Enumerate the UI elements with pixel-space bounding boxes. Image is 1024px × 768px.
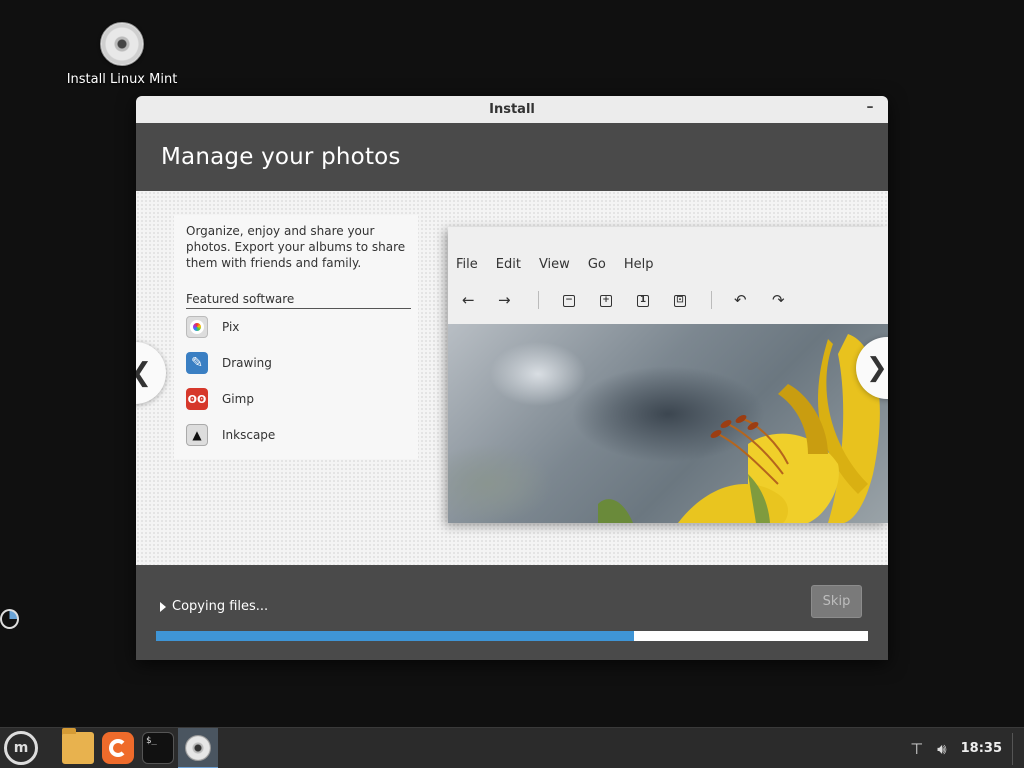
lily-flower-image [598,334,880,523]
disc-icon [185,734,211,761]
chevron-right-icon: ❯ [866,353,888,383]
mint-logo-icon: m [13,740,29,756]
app-item-pix: Pix [186,315,239,339]
previous-slide-button[interactable]: ❮ [136,342,166,404]
back-arrow-icon: ← [462,291,475,309]
taskbar: m $_ ⊤ 🔊︎ 18:35 [0,727,1024,768]
app-name: Drawing [222,356,272,370]
inkscape-icon: ▲ [186,424,208,446]
app-item-inkscape: ▲ Inkscape [186,423,275,447]
mint-menu-button[interactable]: m [4,731,38,765]
app-name: Inkscape [222,428,276,442]
preview-menu-view: View [538,257,570,272]
expander-arrow-icon [160,601,166,612]
toolbar-separator [711,291,712,309]
desktop-install-icon[interactable]: Install Linux Mint [62,22,182,87]
system-tray: ⊤ 🔊︎ 18:35 [910,728,1024,768]
preview-menu-help: Help [623,257,654,272]
app-item-drawing: ✎ Drawing [186,351,272,375]
preview-menu-go: Go [587,257,606,272]
lily-photo [448,324,888,523]
toolbar-separator [538,291,539,309]
firefox-launcher-icon[interactable] [102,732,134,764]
install-footer: Copying files... Skip [136,565,888,660]
window-title: Install [489,102,535,117]
forward-arrow-icon: → [498,291,511,309]
preview-menu-file: File [456,257,478,272]
show-desktop-button[interactable] [1012,732,1020,765]
gimp-icon: ʘʘ [186,388,208,410]
chevron-left-icon: ❮ [136,358,152,388]
terminal-launcher-icon[interactable]: $_ [142,732,174,764]
progress-fill [156,631,635,641]
disc-icon [100,22,144,66]
minimize-button[interactable]: – [864,100,876,116]
details-expander[interactable]: Copying files... [160,599,268,614]
skip-button[interactable]: Skip [811,585,862,618]
slide-heading: Manage your photos [136,123,888,191]
zoom-fit-icon: ⊡ [674,295,686,307]
preview-menu-edit: Edit [495,257,521,272]
featured-software-heading: Featured software [186,292,411,309]
clock[interactable]: 18:35 [961,741,1002,756]
slideshow: Organize, enjoy and share your photos. E… [136,191,888,565]
app-item-gimp: ʘʘ Gimp [186,387,254,411]
zoom-in-icon: + [600,295,612,307]
desktop-icon-label: Install Linux Mint [66,72,178,87]
volume-icon[interactable]: 🔊︎ [937,740,946,758]
preview-menubar: File Edit View Go Help [456,257,671,272]
busy-spinner-icon [0,609,19,629]
zoom-normal-icon: 1 [637,295,649,307]
drawing-icon: ✎ [186,352,208,374]
rotate-right-icon: ↷ [772,291,785,309]
status-text: Copying files... [172,599,269,614]
preview-toolbar: ← → − + 1 ⊡ ↶ ↷ [462,291,862,311]
progress-bar [156,631,868,641]
app-preview-screenshot: File Edit View Go Help ← → − + 1 ⊡ ↶ ↷ [448,227,888,523]
installer-taskbar-button[interactable] [178,728,218,768]
pix-icon [186,316,208,338]
files-launcher-icon[interactable] [62,728,94,764]
zoom-out-icon: − [563,295,575,307]
slide-description: Organize, enjoy and share your photos. E… [186,224,406,270]
network-icon[interactable]: ⊤ [910,740,923,758]
app-name: Gimp [222,392,254,406]
rotate-left-icon: ↶ [734,291,747,309]
titlebar[interactable]: Install – [136,96,888,123]
app-name: Pix [222,320,240,334]
installer-window: Install – Manage your photos Organize, e… [136,96,888,660]
info-panel: Organize, enjoy and share your photos. E… [174,215,418,459]
